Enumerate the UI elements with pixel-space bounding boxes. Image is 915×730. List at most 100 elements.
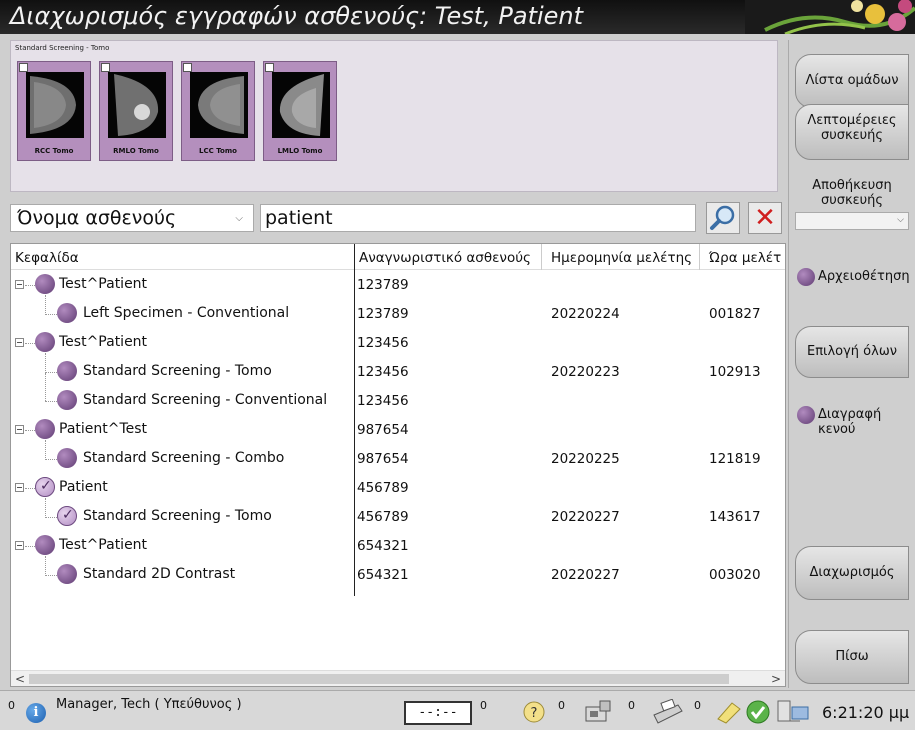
status-dot-icon xyxy=(57,361,77,381)
mammogram-image xyxy=(190,72,248,138)
media-device-icon[interactable] xyxy=(580,699,618,725)
checked-status-icon xyxy=(57,506,77,526)
thumbnail-panel: Standard Screening - Tomo RCC Tomo RMLO … xyxy=(10,40,778,192)
table-row[interactable]: Standard Screening - Tomo 123456 20220223 1… xyxy=(11,358,785,387)
table-row[interactable]: Standard Screening - Conventional 123456 xyxy=(11,373,785,416)
device-storage-select[interactable]: ⌵ xyxy=(795,212,909,230)
notes-icon[interactable] xyxy=(714,699,742,725)
mammogram-image xyxy=(26,72,84,138)
thumbnail-rcc-tomo[interactable]: RCC Tomo xyxy=(17,61,91,161)
status-count: 0 xyxy=(8,699,15,712)
select-all-button[interactable]: Επιλογή όλων xyxy=(795,326,909,378)
group-list-button[interactable]: Λίστα ομάδων xyxy=(795,54,909,108)
study-time-cell: 003020 xyxy=(709,567,761,583)
thumbnail-label: LMLO Tomo xyxy=(277,147,323,155)
info-icon[interactable]: i xyxy=(26,703,46,723)
search-row: Όνομα ασθενούς ⌵ patient ✕ xyxy=(10,200,788,236)
horizontal-scrollbar[interactable]: < > xyxy=(11,670,785,686)
column-header-patient-id[interactable]: Αναγνωριστικό ασθενούς xyxy=(359,250,531,266)
procedure-name: Standard 2D Contrast xyxy=(83,566,236,582)
network-icon[interactable] xyxy=(774,699,814,725)
search-field-select[interactable]: Όνομα ασθενούς ⌵ xyxy=(10,204,254,232)
magnifier-icon xyxy=(710,205,735,230)
status-bar: 0 i Manager, Tech ( Υπεύθυνος ) --:-- 0 … xyxy=(0,690,915,730)
collapse-toggle-icon[interactable] xyxy=(15,338,24,347)
scroll-right-icon[interactable]: > xyxy=(771,671,781,686)
table-header: Κεφαλίδα Αναγνωριστικό ασθενούς Ημερομην… xyxy=(11,244,785,270)
table-row[interactable]: Standard Screening - Combo 987654 20220225… xyxy=(11,445,785,474)
device-details-button[interactable]: Λεπτομέρειες συσκευής xyxy=(795,104,909,160)
help-icon[interactable]: ? xyxy=(520,699,548,725)
close-icon: ✕ xyxy=(754,203,776,233)
table-row[interactable]: Patient 456789 xyxy=(11,474,785,518)
status-dot-icon xyxy=(57,448,77,468)
help-count: 0 xyxy=(558,699,565,712)
status-dot-icon xyxy=(35,332,55,352)
search-input[interactable]: patient xyxy=(260,204,696,232)
table-row[interactable]: Patient^Test 987654 xyxy=(11,416,785,460)
patient-id-cell: 123456 xyxy=(357,364,409,380)
timer-count: 0 xyxy=(480,699,487,712)
collapse-toggle-icon[interactable] xyxy=(15,541,24,550)
flower-banner-image xyxy=(745,0,915,34)
split-button[interactable]: Διαχωρισμός xyxy=(795,546,909,600)
back-button[interactable]: Πίσω xyxy=(795,630,909,684)
table-row[interactable]: Standard 2D Contrast 654321 20220227 003020 xyxy=(11,561,785,590)
table-row[interactable]: Test^Patient 123456 xyxy=(11,329,785,373)
clock: 6:21:20 μμ xyxy=(822,703,910,722)
device-storage-label: Αποθήκευση συσκευής xyxy=(812,178,892,208)
window-title: Διαχωρισμός εγγραφών ασθενούς: Test, Pat… xyxy=(10,2,584,30)
timer-display[interactable]: --:-- xyxy=(404,701,472,725)
column-header-study-date[interactable]: Ημερομηνία μελέτης xyxy=(551,250,692,266)
study-date-cell: 20220227 xyxy=(551,509,620,525)
thumbnail-lmlo-tomo[interactable]: LMLO Tomo xyxy=(263,61,337,161)
logged-in-user[interactable]: Manager, Tech ( Υπεύθυνος ) xyxy=(56,697,242,712)
patient-id-cell: 987654 xyxy=(357,451,409,467)
collapse-toggle-icon[interactable] xyxy=(15,280,24,289)
patient-id-cell: 987654 xyxy=(357,422,409,438)
thumbnail-label: LCC Tomo xyxy=(199,147,237,155)
patient-name: Test^Patient xyxy=(59,537,148,553)
search-field-value: Όνομα ασθενούς xyxy=(17,207,177,229)
status-dot-icon xyxy=(35,419,55,439)
scroll-left-icon[interactable]: < xyxy=(15,671,25,686)
scrollbar-thumb[interactable] xyxy=(29,674,729,684)
procedure-name: Standard Screening - Tomo xyxy=(83,363,272,379)
checked-status-icon xyxy=(35,477,55,497)
printer-icon[interactable] xyxy=(648,699,686,725)
column-header-study-time[interactable]: Ώρα μελέτ xyxy=(709,250,781,266)
study-time-cell: 102913 xyxy=(709,364,761,380)
procedure-name: Standard Screening - Conventional xyxy=(83,392,328,408)
patient-id-cell: 123789 xyxy=(357,306,409,322)
patient-id-cell: 123789 xyxy=(357,277,409,293)
procedure-name: Left Specimen - Conventional xyxy=(83,305,290,321)
thumbnail-checkbox[interactable] xyxy=(265,63,274,72)
chevron-down-icon: ⌵ xyxy=(235,213,243,224)
table-row[interactable]: Test^Patient 123789 xyxy=(11,271,785,315)
table-row[interactable]: Standard Screening - Tomo 456789 20220227 1… xyxy=(11,503,785,532)
procedure-name: Standard Screening - Tomo xyxy=(83,508,272,524)
study-time-cell: 121819 xyxy=(709,451,761,467)
thumbnail-group-label: Standard Screening - Tomo xyxy=(15,44,110,52)
patient-id-cell: 123456 xyxy=(357,335,409,351)
column-header-heading[interactable]: Κεφαλίδα xyxy=(15,250,79,266)
thumbnail-checkbox[interactable] xyxy=(19,63,28,72)
table-row[interactable]: Test^Patient 654321 xyxy=(11,532,785,576)
patient-name: Test^Patient xyxy=(59,276,148,292)
collapse-toggle-icon[interactable] xyxy=(15,483,24,492)
patient-id-cell: 456789 xyxy=(357,509,409,525)
check-status-icon[interactable] xyxy=(744,699,772,725)
study-date-cell: 20220224 xyxy=(551,306,620,322)
thumbnail-checkbox[interactable] xyxy=(183,63,192,72)
procedure-name: Standard Screening - Combo xyxy=(83,450,285,466)
status-dot-icon xyxy=(57,390,77,410)
patient-id-cell: 654321 xyxy=(357,567,409,583)
thumbnail-lcc-tomo[interactable]: LCC Tomo xyxy=(181,61,255,161)
table-row[interactable]: Left Specimen - Conventional 123789 202202… xyxy=(11,300,785,329)
search-button[interactable] xyxy=(706,202,740,234)
thumbnail-checkbox[interactable] xyxy=(101,63,110,72)
clear-search-button[interactable]: ✕ xyxy=(748,202,782,234)
patient-id-cell: 456789 xyxy=(357,480,409,496)
thumbnail-rmlo-tomo[interactable]: RMLO Tomo xyxy=(99,61,173,161)
collapse-toggle-icon[interactable] xyxy=(15,425,24,434)
